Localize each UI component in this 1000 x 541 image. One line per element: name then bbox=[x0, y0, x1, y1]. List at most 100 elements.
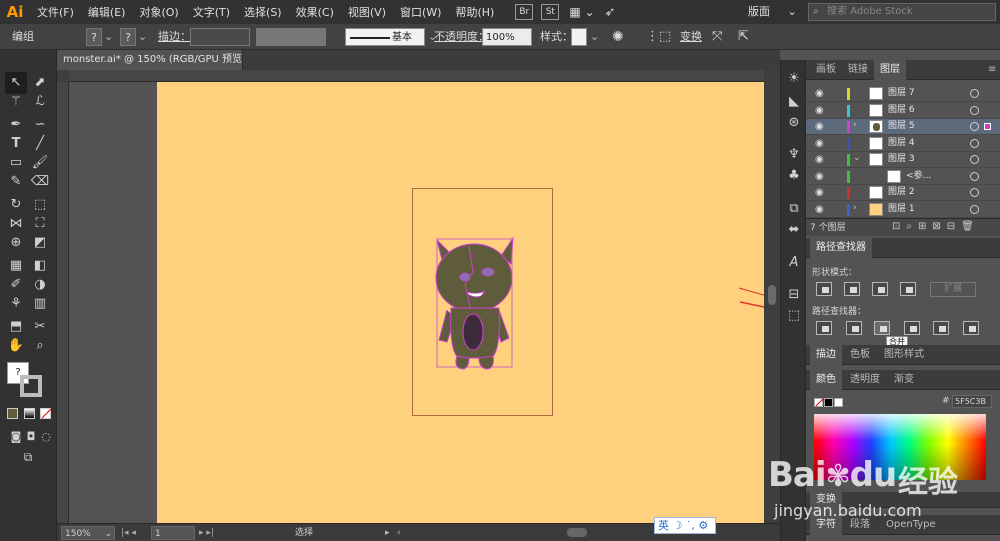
isolate-icon[interactable]: ⤧ bbox=[712, 28, 722, 46]
layer-row[interactable]: ◉ 图层 6 bbox=[806, 103, 1000, 119]
merge-button[interactable] bbox=[874, 321, 890, 335]
tab-layers[interactable]: 图层 bbox=[874, 60, 906, 80]
menu-icon[interactable]: ⇱ bbox=[738, 28, 749, 46]
ruler-origin[interactable] bbox=[57, 70, 69, 82]
unite-button[interactable] bbox=[816, 282, 832, 296]
layer-name[interactable]: <参... bbox=[906, 169, 931, 184]
hand-tool-icon[interactable]: ✋ bbox=[5, 335, 27, 357]
eye-icon[interactable]: ◉ bbox=[815, 121, 827, 133]
graphic-style-swatch[interactable] bbox=[571, 28, 587, 46]
tab-paragraph[interactable]: 段落 bbox=[844, 515, 876, 535]
document-tab[interactable]: monster.ai* @ 150% (RGB/GPU 预览) × bbox=[57, 50, 263, 70]
trim-button[interactable] bbox=[846, 321, 862, 335]
divide-button[interactable] bbox=[816, 321, 832, 335]
monster-artwork[interactable] bbox=[429, 232, 525, 372]
target-icon[interactable] bbox=[970, 188, 979, 197]
artboard-navigator[interactable]: 1 bbox=[151, 526, 195, 540]
layer-row[interactable]: ◉ 图层 2 bbox=[806, 185, 1000, 201]
expand-arrow-icon[interactable]: › bbox=[853, 120, 863, 130]
brushes-icon[interactable]: ♆ bbox=[785, 146, 803, 164]
target-icon[interactable] bbox=[970, 89, 979, 98]
layer-name[interactable]: 图层 3 bbox=[888, 152, 915, 167]
menu-select[interactable]: 选择(S) bbox=[237, 4, 289, 20]
target-icon[interactable] bbox=[970, 171, 979, 181]
opacity-field[interactable]: 100% bbox=[482, 28, 532, 46]
none-mode-icon[interactable] bbox=[40, 408, 52, 419]
eraser-tool-icon[interactable]: ⌫ bbox=[29, 171, 51, 193]
tab-character[interactable]: 字符 bbox=[810, 515, 842, 535]
layer-name[interactable]: 图层 4 bbox=[888, 136, 915, 151]
properties-icon[interactable]: ◣ bbox=[785, 93, 803, 111]
eye-icon[interactable]: ◉ bbox=[815, 88, 827, 100]
layer-name[interactable]: 图层 2 bbox=[888, 185, 915, 200]
eye-icon[interactable]: ◉ bbox=[815, 187, 827, 199]
black-swatch[interactable] bbox=[824, 398, 833, 407]
target-icon[interactable] bbox=[970, 155, 979, 164]
intersect-button[interactable] bbox=[872, 282, 888, 296]
chevron-down-icon[interactable]: ⌄ bbox=[138, 28, 147, 46]
tab-graphic-styles[interactable]: 图形样式 bbox=[878, 345, 930, 365]
layer-row[interactable]: ◉ › 图层 5 bbox=[806, 119, 1000, 135]
menu-help[interactable]: 帮助(H) bbox=[448, 4, 501, 20]
tab-color[interactable]: 颜色 bbox=[810, 370, 842, 390]
color-guide-icon[interactable]: ☀ bbox=[785, 70, 803, 88]
none-swatch[interactable] bbox=[814, 398, 824, 407]
punctuation-icon[interactable]: ˙, bbox=[686, 519, 695, 532]
artboard[interactable] bbox=[157, 82, 764, 523]
arrange-documents-icon[interactable]: ▦ ⌄ bbox=[569, 5, 594, 19]
menu-effect[interactable]: 效果(C) bbox=[289, 4, 341, 20]
layer-row[interactable]: ◉ 图层 4 bbox=[806, 136, 1000, 152]
stroke-color-box[interactable] bbox=[20, 375, 42, 397]
tab-artboards[interactable]: 画板 bbox=[810, 60, 842, 80]
draw-inside-icon[interactable]: ◌ bbox=[35, 426, 57, 448]
symbol-sprayer-tool-icon[interactable]: ⚘ bbox=[5, 293, 27, 315]
outline-button[interactable] bbox=[933, 321, 949, 335]
opacity-label[interactable]: 不透明度： bbox=[434, 28, 489, 46]
layer-row[interactable]: ◉ 图层 7 bbox=[806, 86, 1000, 102]
menu-view[interactable]: 视图(V) bbox=[341, 4, 393, 20]
chevron-down-icon[interactable]: ⌄ bbox=[590, 28, 599, 46]
variable-width-profile[interactable] bbox=[256, 28, 326, 46]
scrollbar-thumb[interactable] bbox=[768, 285, 776, 305]
color-mode-icon[interactable] bbox=[7, 408, 18, 419]
brush-definition[interactable]: 基本 bbox=[345, 28, 425, 46]
menu-window[interactable]: 窗口(W) bbox=[393, 4, 448, 20]
minus-front-button[interactable] bbox=[844, 282, 860, 296]
asset-export-icon[interactable]: ⧉ bbox=[785, 200, 803, 218]
tab-pathfinder[interactable]: 路径查找器 bbox=[810, 238, 872, 258]
expand-button[interactable]: 扩展 bbox=[930, 282, 976, 297]
gradient-mode-icon[interactable] bbox=[24, 408, 35, 419]
color-spectrum[interactable] bbox=[814, 414, 986, 480]
selected-art-indicator[interactable] bbox=[984, 123, 991, 130]
layer-actions-icons[interactable]: ⊡⌕⊞⊠⊟🗑 bbox=[892, 221, 980, 232]
layer-row[interactable]: ◉ › 图层 1 bbox=[806, 202, 1000, 218]
tab-stroke[interactable]: 描边 bbox=[810, 345, 842, 365]
symbols-icon[interactable]: ♣ bbox=[785, 167, 803, 185]
appearance-icon[interactable]: ⊛ bbox=[785, 114, 803, 132]
align-panel-icon[interactable]: ⊟ bbox=[785, 286, 803, 304]
exclude-button[interactable] bbox=[900, 282, 916, 296]
recolor-artwork-icon[interactable]: ✺ bbox=[612, 28, 624, 46]
layer-name[interactable]: 图层 1 bbox=[888, 202, 915, 217]
first-artboard-icon[interactable]: |◂ ◂ bbox=[121, 526, 136, 540]
eye-icon[interactable]: ◉ bbox=[815, 171, 827, 183]
tab-gradient[interactable]: 渐变 bbox=[888, 370, 920, 390]
eye-icon[interactable]: ◉ bbox=[815, 154, 827, 166]
layer-row[interactable]: ◉ <参... bbox=[806, 169, 1000, 185]
target-icon[interactable] bbox=[970, 204, 979, 214]
ime-toolbar[interactable]: 英 ☽ ˙, ⚙ bbox=[654, 517, 716, 534]
gpu-performance-icon[interactable]: ➶ bbox=[605, 5, 616, 20]
layer-name[interactable]: 图层 7 bbox=[888, 86, 915, 101]
stroke-weight-field[interactable] bbox=[190, 28, 250, 46]
screen-mode-icon[interactable]: ⧉ bbox=[17, 446, 39, 468]
tab-transform[interactable]: 变换 bbox=[810, 492, 842, 508]
expand-arrow-icon[interactable]: ⌄ bbox=[853, 153, 863, 163]
zoom-level-field[interactable]: 150% ⌄ bbox=[61, 526, 115, 540]
white-swatch[interactable] bbox=[834, 398, 843, 407]
perspective-grid-tool-icon[interactable]: ◩ bbox=[29, 232, 51, 254]
tab-links[interactable]: 链接 bbox=[842, 60, 874, 80]
vertical-scrollbar[interactable] bbox=[764, 70, 780, 523]
hex-input[interactable]: 5F5C3B bbox=[952, 395, 992, 408]
horizontal-scrollbar-thumb[interactable] bbox=[567, 528, 587, 537]
horizontal-ruler[interactable] bbox=[69, 70, 764, 82]
